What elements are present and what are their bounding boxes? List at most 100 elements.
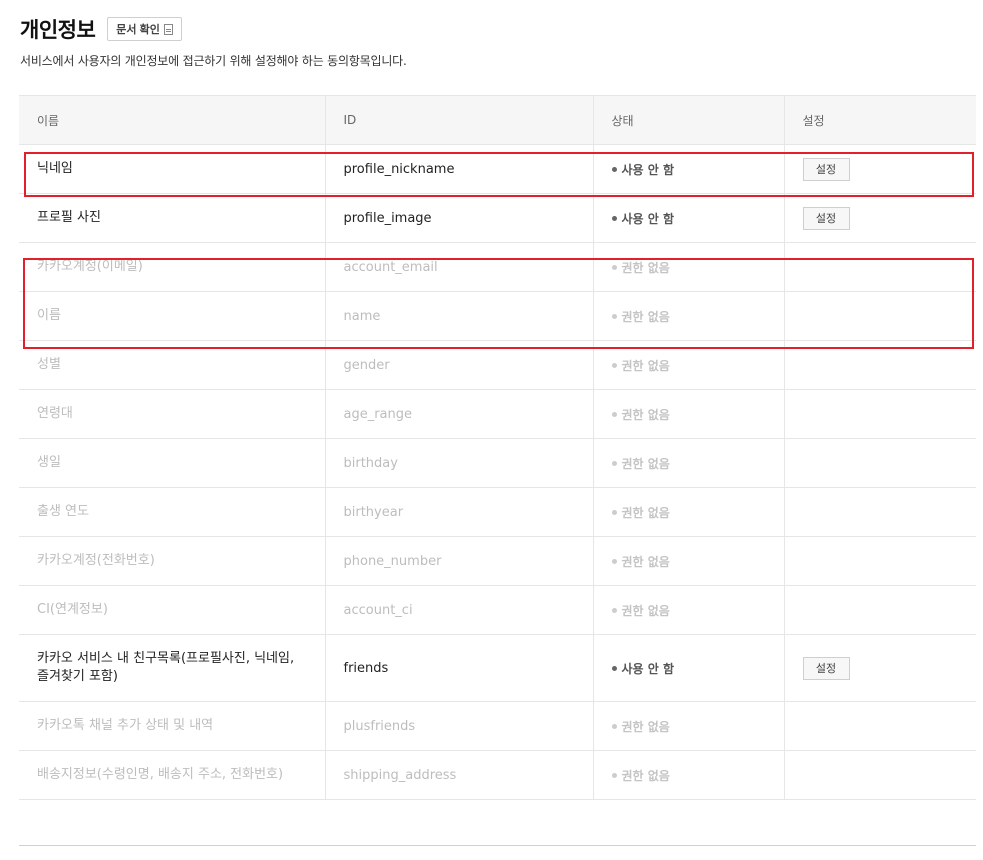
table-row: 프로필 사진 profile_image 사용 안 함 설정 — [19, 193, 976, 243]
status-label: 사용 안 함 — [621, 661, 675, 676]
status-label: 권한 없음 — [621, 768, 670, 783]
setting-button[interactable]: 설정 — [802, 206, 850, 230]
status-badge: 권한 없음 — [611, 406, 784, 423]
cell-id: shipping_address — [324, 750, 593, 800]
table-row: CI(연계정보) account_ci 권한 없음 — [19, 585, 976, 635]
doc-check-label: 문서 확인 — [116, 24, 160, 36]
status-dot-icon — [611, 215, 617, 221]
status-dot-icon — [611, 362, 617, 368]
status-label: 권한 없음 — [621, 260, 670, 275]
cell-status: 권한 없음 — [592, 291, 784, 341]
cell-name: 연령대 — [19, 389, 325, 439]
status-badge: 권한 없음 — [611, 602, 784, 619]
cell-setting — [783, 487, 976, 537]
status-dot-icon — [611, 772, 617, 778]
table-row: 카카오계정(이메일) account_email 권한 없음 — [19, 242, 976, 292]
status-dot-icon — [611, 558, 617, 564]
status-dot-icon — [611, 509, 617, 515]
status-label: 권한 없음 — [621, 554, 670, 569]
cell-id: profile_nickname — [324, 144, 593, 194]
status-badge: 사용 안 함 — [611, 161, 784, 178]
page-header: 개인정보 문서 확인 — [20, 14, 182, 44]
cell-id: birthday — [324, 438, 593, 488]
cell-id: plusfriends — [324, 701, 593, 751]
cell-status: 권한 없음 — [592, 389, 784, 439]
status-label: 권한 없음 — [621, 603, 670, 618]
cell-setting — [783, 701, 976, 751]
status-badge: 사용 안 함 — [611, 210, 784, 227]
status-dot-icon — [611, 264, 617, 270]
cell-name: 성별 — [19, 340, 325, 390]
status-badge: 권한 없음 — [611, 553, 784, 570]
cell-setting — [783, 389, 976, 439]
consent-table: 이름 ID 상태 설정 닉네임 profile_nickname 사용 안 함 설정 프… — [19, 95, 976, 800]
cell-id: gender — [324, 340, 593, 390]
cell-status: 권한 없음 — [592, 487, 784, 537]
cell-name: 카카오계정(이메일) — [19, 242, 325, 292]
column-header-name: 이름 — [19, 95, 325, 145]
cell-name: 닉네임 — [19, 144, 325, 194]
cell-id: profile_image — [324, 193, 593, 243]
table-row: 카카오톡 채널 추가 상태 및 내역 plusfriends 권한 없음 — [19, 701, 976, 751]
table-row: 카카오 서비스 내 친구목록(프로필사진, 닉네임, 즐겨찾기 포함) frien… — [19, 634, 976, 702]
cell-status: 권한 없음 — [592, 438, 784, 488]
status-badge: 권한 없음 — [611, 259, 784, 276]
cell-name: 생일 — [19, 438, 325, 488]
setting-button[interactable]: 설정 — [802, 157, 850, 181]
cell-status: 권한 없음 — [592, 536, 784, 586]
cell-status: 권한 없음 — [592, 750, 784, 800]
cell-setting: 설정 — [783, 193, 976, 243]
cell-id: phone_number — [324, 536, 593, 586]
cell-status: 권한 없음 — [592, 340, 784, 390]
cell-status: 사용 안 함 — [592, 193, 784, 243]
status-dot-icon — [611, 665, 617, 671]
cell-id: name — [324, 291, 593, 341]
table-row: 배송지정보(수령인명, 배송지 주소, 전화번호) shipping_addres… — [19, 750, 976, 800]
table-row: 출생 연도 birthyear 권한 없음 — [19, 487, 976, 537]
cell-status: 권한 없음 — [592, 701, 784, 751]
cell-name: CI(연계정보) — [19, 585, 325, 635]
doc-check-button[interactable]: 문서 확인 — [107, 17, 182, 41]
status-badge: 권한 없음 — [611, 455, 784, 472]
status-label: 사용 안 함 — [621, 211, 675, 226]
status-label: 권한 없음 — [621, 358, 670, 373]
status-label: 권한 없음 — [621, 456, 670, 471]
page-title: 개인정보 — [20, 18, 96, 42]
cell-name: 카카오 서비스 내 친구목록(프로필사진, 닉네임, 즐겨찾기 포함) — [19, 634, 325, 702]
cell-id: age_range — [324, 389, 593, 439]
status-label: 권한 없음 — [621, 407, 670, 422]
cell-setting — [783, 585, 976, 635]
status-badge: 사용 안 함 — [611, 660, 784, 677]
table-row: 생일 birthday 권한 없음 — [19, 438, 976, 488]
cell-name: 이름 — [19, 291, 325, 341]
status-badge: 권한 없음 — [611, 357, 784, 374]
cell-name: 배송지정보(수령인명, 배송지 주소, 전화번호) — [19, 750, 325, 800]
column-header-id: ID — [324, 95, 593, 145]
table-row: 카카오계정(전화번호) phone_number 권한 없음 — [19, 536, 976, 586]
cell-setting — [783, 291, 976, 341]
status-dot-icon — [611, 313, 617, 319]
table-row: 이름 name 권한 없음 — [19, 291, 976, 341]
status-dot-icon — [611, 166, 617, 172]
cell-name: 카카오계정(전화번호) — [19, 536, 325, 586]
table-row: 성별 gender 권한 없음 — [19, 340, 976, 390]
table-header-row: 이름 ID 상태 설정 — [19, 95, 976, 145]
cell-setting — [783, 750, 976, 800]
table-row: 닉네임 profile_nickname 사용 안 함 설정 — [19, 144, 976, 194]
cell-setting: 설정 — [783, 634, 976, 702]
cell-status: 권한 없음 — [592, 242, 784, 292]
cell-id: birthyear — [324, 487, 593, 537]
status-badge: 권한 없음 — [611, 767, 784, 784]
setting-button[interactable]: 설정 — [802, 656, 850, 680]
table-row: 연령대 age_range 권한 없음 — [19, 389, 976, 439]
status-dot-icon — [611, 723, 617, 729]
status-badge: 권한 없음 — [611, 504, 784, 521]
cell-status: 사용 안 함 — [592, 634, 784, 702]
cell-setting: 설정 — [783, 144, 976, 194]
status-badge: 권한 없음 — [611, 308, 784, 325]
status-label: 권한 없음 — [621, 719, 670, 734]
cell-setting — [783, 438, 976, 488]
cell-id: friends — [324, 634, 593, 702]
column-header-status: 상태 — [592, 95, 784, 145]
cell-name: 프로필 사진 — [19, 193, 325, 243]
